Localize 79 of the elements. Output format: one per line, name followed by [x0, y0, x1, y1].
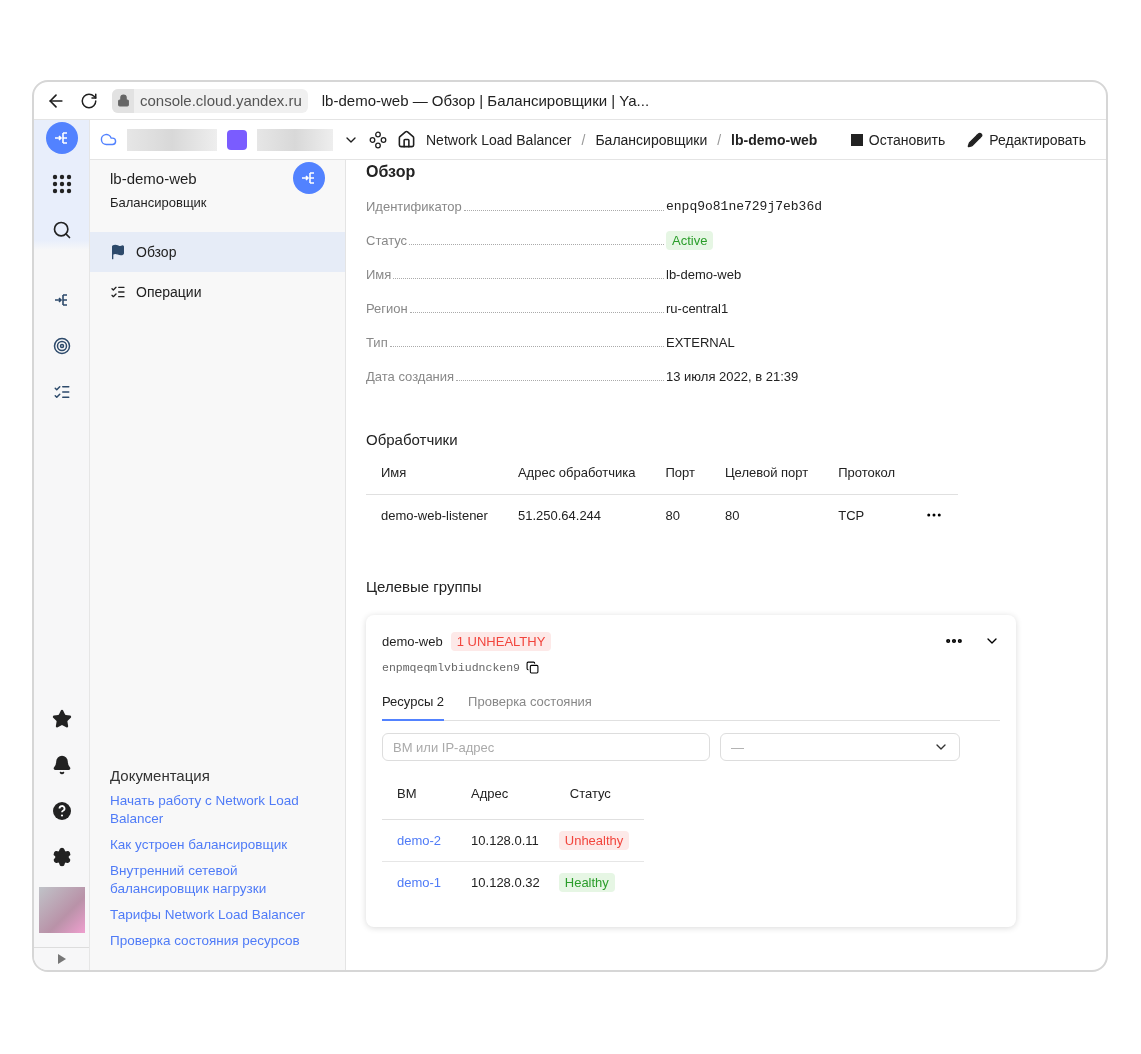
breadcrumb-separator: / — [581, 131, 586, 148]
docs-heading: Документация — [110, 767, 211, 784]
vm-link[interactable]: demo-1 — [397, 874, 442, 890]
sidebar-item[interactable]: Операции — [90, 272, 345, 312]
target-icon[interactable] — [52, 337, 71, 355]
stop-button[interactable]: Остановить — [844, 131, 952, 148]
cloud-icon — [100, 131, 117, 148]
column-header: Порт — [650, 452, 710, 494]
flag-icon — [110, 244, 126, 260]
field-label: Регион — [366, 300, 408, 316]
column-header: Адрес — [456, 769, 555, 819]
status-badge: Active — [666, 230, 714, 250]
table-cell: demo-web-listener — [366, 494, 503, 536]
field-value: enpq9o81ne729j7eb36d — [666, 198, 823, 214]
breadcrumb-separator: / — [717, 131, 722, 148]
doc-link[interactable]: Проверка состояния ресурсов — [110, 932, 310, 950]
field-value: ru-central1 — [666, 300, 729, 316]
page-title: lb-demo-web — Обзор | Балансировщики | Ya... — [321, 92, 650, 109]
table-cell: 10.128.0.11 — [456, 819, 555, 861]
column-header: Статус — [554, 769, 645, 819]
section-title: Целевые группы — [366, 578, 483, 595]
table-cell: 10.128.0.32 — [456, 861, 555, 903]
table-cell: 80 — [650, 494, 710, 536]
resource-title: lb-demo-web — [110, 170, 198, 187]
search-field[interactable]: ВМ или IP-адрес — [382, 733, 710, 761]
table-cell: 80 — [709, 494, 824, 536]
field-label: Тип — [366, 334, 388, 350]
balancer-icon[interactable] — [53, 292, 70, 308]
url-text: console.cloud.yandex.ru — [139, 92, 303, 109]
copy-icon[interactable] — [526, 661, 540, 674]
group-id: enpmqeqmlvbiudncken9 — [382, 661, 521, 674]
sidebar-item[interactable]: Обзор — [90, 232, 345, 272]
star-icon[interactable] — [51, 709, 72, 729]
field-label: Имя — [366, 266, 392, 282]
section-title: Обзор — [366, 163, 417, 181]
field-value: lb-demo-web — [666, 266, 742, 282]
field-label: Идентификатор — [366, 198, 462, 214]
field-label: Статус — [366, 232, 408, 248]
breadcrumb-link[interactable]: lb-demo-web — [731, 131, 818, 148]
services-icon[interactable] — [369, 130, 387, 149]
help-icon[interactable] — [51, 801, 72, 821]
doc-link[interactable]: Внутренний сетевой балансировщик нагрузки — [110, 862, 310, 898]
unhealthy-badge: 1 UNHEALTHY — [450, 631, 552, 651]
column-header: Адрес обработчика — [502, 452, 651, 494]
bell-icon[interactable] — [51, 755, 72, 775]
tab[interactable]: Ресурсы 2 — [382, 694, 445, 721]
resource-type: Балансировщик — [110, 195, 207, 210]
field-value: EXTERNAL — [666, 334, 735, 350]
stop-icon — [850, 133, 863, 146]
column-header: Целевой порт — [709, 452, 824, 494]
doc-link[interactable]: Начать работу с Network Load Balancer — [110, 792, 310, 828]
column-header: Имя — [366, 452, 503, 494]
checklist-icon — [110, 284, 126, 300]
doc-link[interactable]: Как устроен балансировщик — [110, 836, 310, 854]
section-title: Обработчики — [366, 431, 459, 448]
lock-icon — [116, 94, 130, 107]
table-cell: 51.250.64.244 — [502, 494, 651, 536]
table-cell: TCP — [823, 494, 911, 536]
expand-icon[interactable] — [56, 954, 67, 964]
breadcrumb-link[interactable]: Балансировщики — [595, 131, 708, 148]
doc-link[interactable]: Тарифы Network Load Balancer — [110, 906, 310, 924]
column-header: Протокол — [823, 452, 911, 494]
tab[interactable]: Проверка состояния — [468, 694, 592, 721]
edit-button[interactable]: Редактировать — [961, 131, 1092, 148]
status-badge: Healthy — [558, 872, 615, 892]
field-value: 13 июля 2022, в 21:39 — [666, 368, 799, 384]
status-badge: Unhealthy — [558, 830, 630, 850]
vm-link[interactable]: demo-2 — [397, 832, 442, 848]
checklist-icon[interactable] — [52, 383, 71, 401]
home-icon[interactable] — [397, 130, 416, 149]
reload-icon[interactable] — [80, 91, 98, 110]
column-header: ВМ — [382, 769, 457, 819]
field-label: Дата создания — [366, 368, 455, 384]
apps-grid-icon[interactable] — [51, 174, 72, 194]
pencil-icon — [967, 131, 984, 148]
group-name: demo-web — [382, 633, 443, 649]
address-bar[interactable]: console.cloud.yandex.ru — [112, 88, 308, 113]
breadcrumb-link[interactable]: Network Load Balancer — [426, 131, 572, 148]
search-icon[interactable] — [51, 220, 72, 240]
